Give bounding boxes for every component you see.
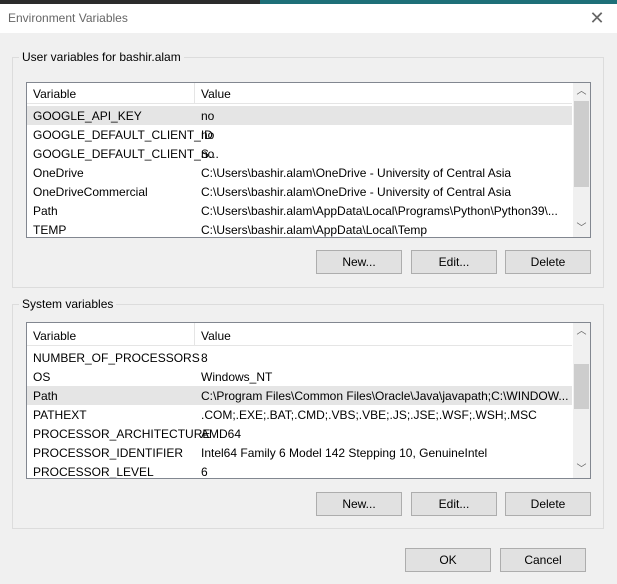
variable-value: 6 [201,465,208,479]
variable-value: C:\Users\bashir.alam\AppData\Local\Progr… [201,204,558,218]
table-row[interactable]: Path C:\Program Files\Common Files\Oracle… [27,386,572,405]
user-variables-legend: User variables for bashir.alam [19,50,184,64]
variable-value: Intel64 Family 6 Model 142 Stepping 10, … [201,446,488,460]
table-row[interactable]: NUMBER_OF_PROCESSORS 8 [27,348,572,367]
system-variables-list[interactable]: Variable Value NUMBER_OF_PROCESSORS 8 OS Wi… [26,322,591,479]
variable-value: no [201,128,215,142]
scroll-thumb[interactable] [574,101,589,187]
variable-name: Path [33,204,58,218]
table-row[interactable]: GOOGLE_DEFAULT_CLIENT_ID no [27,125,572,144]
table-row[interactable]: PATHEXT .COM;.EXE;.BAT;.CMD;.VBS;.VBE;.JS… [27,405,572,424]
table-row[interactable]: TEMP C:\Users\bashir.alam\AppData\Local\T… [27,220,572,237]
variable-name: Path [33,389,58,403]
scrollbar[interactable]: ︿ ﹀ [573,323,590,478]
variable-name: PROCESSOR_IDENTIFIER [33,446,184,460]
variable-value: C:\Users\bashir.alam\AppData\Local\Temp [201,223,428,237]
user-variables-list[interactable]: Variable Value GOOGLE_API_KEY no GOOGLE_DE… [26,82,591,238]
variable-value: C:\Users\bashir.alam\OneDrive - Universi… [201,185,512,199]
scroll-down-icon[interactable]: ﹀ [573,220,590,237]
table-row[interactable]: PROCESSOR_ARCHITECTURE AMD64 [27,424,572,443]
variable-value: Windows_NT [201,370,273,384]
column-header-value[interactable]: Value [201,87,231,101]
column-divider[interactable] [194,323,195,346]
column-divider[interactable] [194,83,195,104]
scroll-thumb[interactable] [574,364,589,409]
variable-value: C:\Program Files\Common Files\Oracle\Jav… [201,389,569,403]
table-row[interactable]: GOOGLE_DEFAULT_CLIENT_S... no [27,144,572,163]
table-row[interactable]: Path C:\Users\bashir.alam\AppData\Local\P… [27,201,572,220]
variable-value: 8 [201,351,208,365]
system-delete-button[interactable]: Delete [505,492,591,516]
variable-name: OneDriveCommercial [33,185,148,199]
column-header-value[interactable]: Value [201,329,231,343]
column-header-variable[interactable]: Variable [33,87,76,101]
variable-value: no [201,109,215,123]
variable-value: C:\Users\bashir.alam\OneDrive - Universi… [201,166,512,180]
system-edit-button[interactable]: Edit... [411,492,497,516]
scroll-up-icon[interactable]: ︿ [573,323,590,340]
variable-name: OS [33,370,51,384]
scroll-down-icon[interactable]: ﹀ [573,461,590,478]
scroll-up-icon[interactable]: ︿ [573,83,590,100]
table-row[interactable]: OneDrive C:\Users\bashir.alam\OneDrive - … [27,163,572,182]
variable-name: PATHEXT [33,408,87,422]
column-header-variable[interactable]: Variable [33,329,76,343]
variable-name: TEMP [33,223,67,237]
table-row[interactable]: GOOGLE_API_KEY no [27,106,572,125]
variable-name: GOOGLE_DEFAULT_CLIENT_ID [33,128,213,142]
variable-name: GOOGLE_DEFAULT_CLIENT_S... [33,147,219,161]
list-header: Variable Value [27,83,572,104]
list-header: Variable Value [27,323,572,346]
variable-name: OneDrive [33,166,84,180]
variable-name: NUMBER_OF_PROCESSORS [33,351,200,365]
variable-value: AMD64 [201,427,242,441]
system-variables-legend: System variables [19,297,117,311]
variable-value: .COM;.EXE;.BAT;.CMD;.VBS;.VBE;.JS;.JSE;.… [201,408,537,422]
variable-name: PROCESSOR_ARCHITECTURE [33,427,211,441]
ok-button[interactable]: OK [405,548,491,572]
system-new-button[interactable]: New... [316,492,402,516]
variable-value: no [201,147,215,161]
user-delete-button[interactable]: Delete [505,250,591,274]
variable-name: PROCESSOR_LEVEL [33,465,154,479]
table-row[interactable]: PROCESSOR_LEVEL 6 [27,462,572,479]
cancel-button[interactable]: Cancel [500,548,586,572]
window-title: Environment Variables [8,11,128,25]
user-edit-button[interactable]: Edit... [411,250,497,274]
table-row[interactable]: PROCESSOR_IDENTIFIER Intel64 Family 6 Mod… [27,443,572,462]
table-row[interactable]: OneDriveCommercial C:\Users\bashir.alam\O… [27,182,572,201]
variable-name: GOOGLE_API_KEY [33,109,142,123]
table-row[interactable]: OS Windows_NT [27,367,572,386]
title-bar: Environment Variables ✕ [0,4,617,33]
scrollbar[interactable]: ︿ ﹀ [573,83,590,237]
user-new-button[interactable]: New... [316,250,402,274]
close-icon[interactable]: ✕ [585,6,609,30]
